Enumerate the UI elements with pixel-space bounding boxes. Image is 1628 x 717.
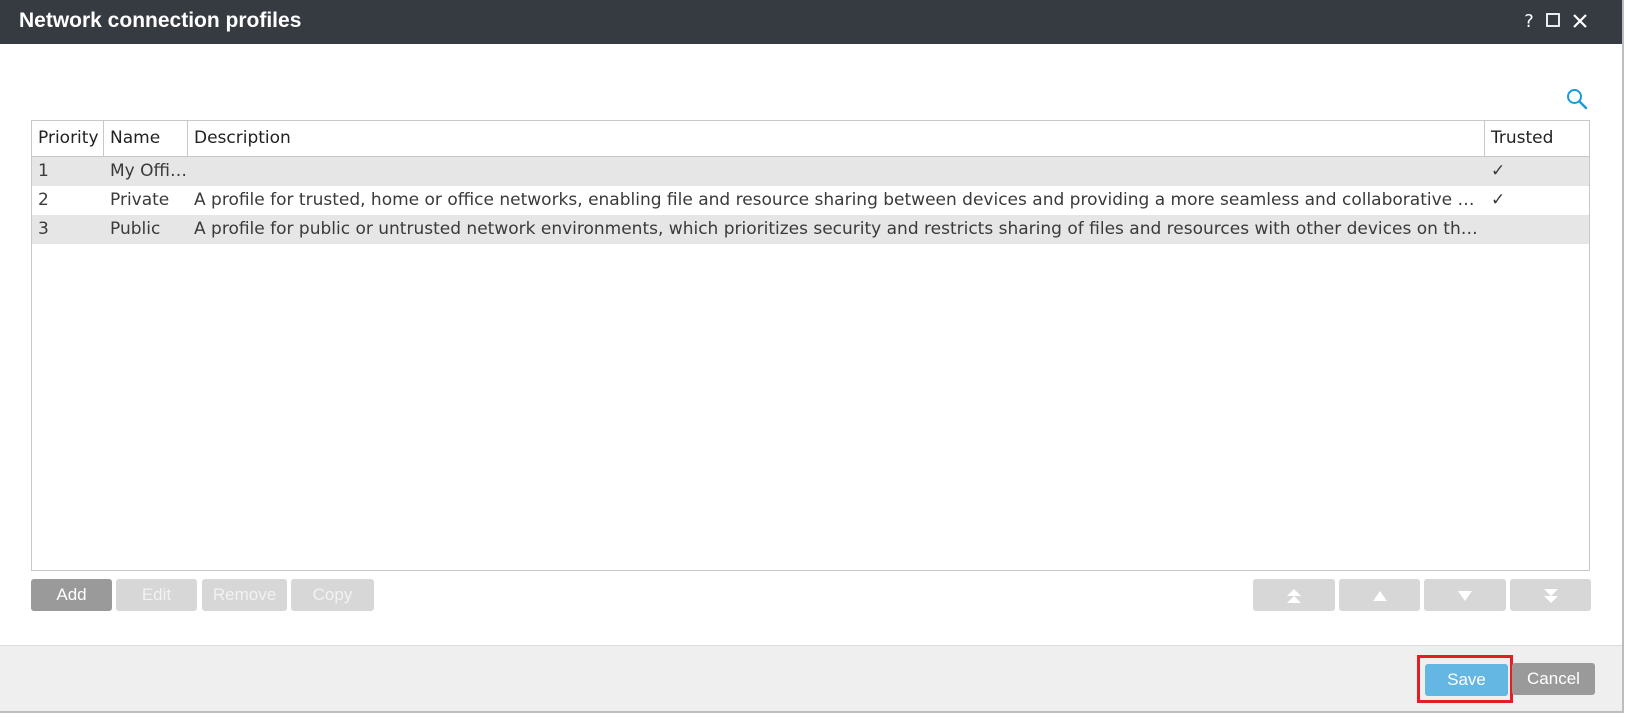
cell-name: Public	[110, 219, 161, 239]
remove-button[interactable]: Remove	[202, 579, 287, 611]
cell-trusted: ✓	[1491, 161, 1506, 181]
copy-button[interactable]: Copy	[291, 579, 374, 611]
cell-description	[188, 157, 1485, 186]
maximize-icon[interactable]	[1543, 12, 1563, 32]
search-icon[interactable]	[1565, 87, 1589, 111]
save-button[interactable]: Save	[1425, 664, 1508, 696]
column-header-description[interactable]: Description	[188, 121, 1485, 156]
help-icon[interactable]: ?	[1519, 12, 1539, 32]
move-down-icon	[1458, 591, 1472, 602]
move-top-button[interactable]	[1253, 579, 1335, 611]
close-icon[interactable]	[1570, 12, 1590, 32]
table-header: Priority Name Description Trusted	[32, 121, 1589, 157]
table-row[interactable]: 3 Public A profile for public or untrust…	[32, 215, 1589, 244]
move-bottom-icon	[1543, 589, 1558, 604]
cell-trusted	[1485, 215, 1589, 244]
title-bar: Network connection profiles ?	[0, 0, 1622, 44]
move-up-icon	[1372, 591, 1387, 602]
cell-priority: 1	[38, 161, 49, 181]
column-header-name[interactable]: Name	[104, 121, 188, 156]
dialog-footer	[0, 645, 1622, 711]
cell-priority: 3	[38, 219, 49, 239]
move-up-button[interactable]	[1339, 579, 1420, 611]
move-top-icon	[1287, 589, 1301, 604]
move-bottom-button[interactable]	[1510, 579, 1591, 611]
table-row[interactable]: 1 My Office ✓	[32, 157, 1589, 186]
cell-description: A profile for trusted, home or office ne…	[194, 190, 1485, 210]
cell-description: A profile for public or untrusted networ…	[194, 219, 1485, 239]
dialog-title: Network connection profiles	[19, 9, 302, 32]
cell-priority: 2	[38, 190, 49, 210]
column-header-priority[interactable]: Priority	[32, 121, 104, 156]
cell-name: My Office	[110, 161, 188, 181]
cell-trusted: ✓	[1491, 190, 1506, 210]
cancel-button[interactable]: Cancel	[1512, 663, 1595, 695]
column-header-trusted[interactable]: Trusted	[1485, 121, 1589, 156]
add-button[interactable]: Add	[31, 579, 112, 611]
move-down-button[interactable]	[1424, 579, 1506, 611]
edit-button[interactable]: Edit	[116, 579, 197, 611]
cell-name: Private	[110, 190, 170, 210]
table-row[interactable]: 2 Private A profile for trusted, home or…	[32, 186, 1589, 215]
profiles-table: Priority Name Description Trusted 1 My O…	[31, 120, 1590, 571]
dialog-window: Network connection profiles ? Priority N…	[0, 0, 1624, 713]
